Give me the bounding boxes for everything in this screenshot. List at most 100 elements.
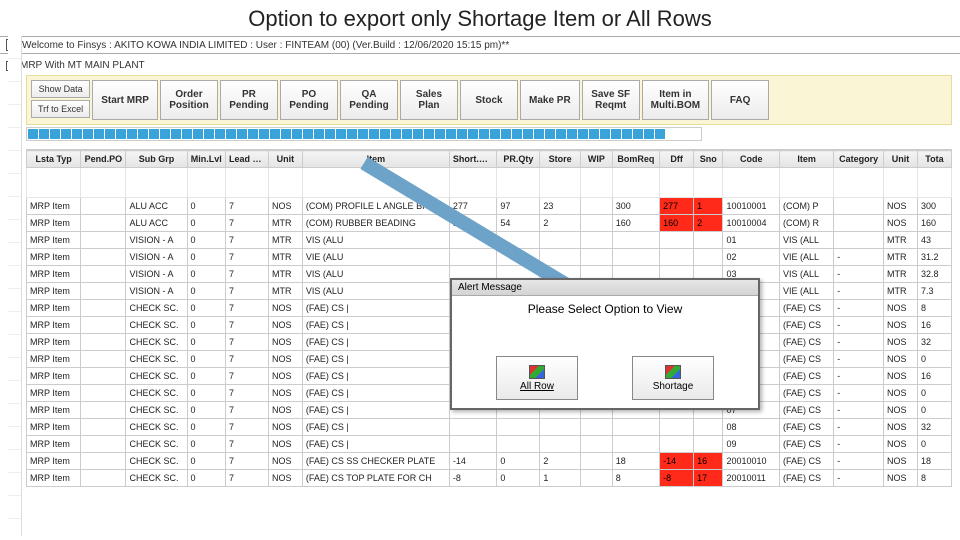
table-cell: MTR	[884, 266, 918, 283]
po-pending-button[interactable]: PO Pending	[280, 80, 338, 120]
table-row[interactable]: MRP ItemCHECK SC.07NOS(FAE) CS |09(FAE) …	[27, 436, 952, 453]
table-cell: NOS	[884, 351, 918, 368]
make-pr-button[interactable]: Make PR	[520, 80, 580, 120]
table-cell: NOS	[884, 334, 918, 351]
stock-button[interactable]: Stock	[460, 80, 518, 120]
progress-bar	[26, 127, 702, 141]
col-header[interactable]: Item	[780, 151, 834, 168]
table-cell: -	[834, 300, 884, 317]
table-cell: NOS	[268, 385, 302, 402]
table-cell: 16	[694, 453, 723, 470]
table-cell	[81, 368, 126, 385]
title-bar: Welcome to Finsys : AKITO KOWA INDIA LIM…	[0, 36, 960, 54]
table-cell: MRP Item	[27, 419, 81, 436]
table-row[interactable]: MRP ItemCHECK SC.07NOS(FAE) CS TOP PLATE…	[27, 470, 952, 487]
col-header[interactable]: PR.Qty	[497, 151, 540, 168]
table-cell: -	[834, 266, 884, 283]
table-cell: MRP Item	[27, 334, 81, 351]
table-cell: 7	[225, 215, 268, 232]
show-data-button[interactable]: Show Data	[31, 80, 90, 98]
faq-button[interactable]: FAQ	[711, 80, 769, 120]
table-cell: CHECK SC.	[126, 317, 187, 334]
col-header[interactable]: Unit	[884, 151, 918, 168]
table-cell: MTR	[884, 232, 918, 249]
table-cell: 0	[187, 317, 225, 334]
table-cell	[694, 419, 723, 436]
table-cell	[449, 419, 496, 436]
sales-plan-button[interactable]: Sales Plan	[400, 80, 458, 120]
table-cell: 17	[694, 470, 723, 487]
table-cell: MTR	[268, 266, 302, 283]
table-cell: 2	[540, 215, 581, 232]
table-cell: (FAE) CS	[780, 436, 834, 453]
col-header[interactable]: Short.Qty	[449, 151, 496, 168]
table-cell: 7	[225, 334, 268, 351]
table-row[interactable]: MRP ItemALU ACC07MTR(COM) RUBBER BEADING…	[27, 215, 952, 232]
table-cell	[581, 215, 613, 232]
table-cell: 32	[917, 334, 951, 351]
table-cell: MTR	[884, 283, 918, 300]
table-cell	[81, 215, 126, 232]
start-mrp-button[interactable]: Start MRP	[92, 80, 158, 120]
col-header[interactable]: Dff	[660, 151, 694, 168]
table-cell	[497, 436, 540, 453]
col-header[interactable]: WIP	[581, 151, 613, 168]
col-header[interactable]: Sub Grp	[126, 151, 187, 168]
table-cell: NOS	[268, 351, 302, 368]
table-cell	[581, 249, 613, 266]
table-cell: (FAE) CS	[780, 419, 834, 436]
col-header[interactable]: Lead Tm	[225, 151, 268, 168]
table-cell: 300	[612, 198, 659, 215]
qa-pending-button[interactable]: QA Pending	[340, 80, 398, 120]
table-cell: -	[834, 470, 884, 487]
table-row[interactable]: MRP ItemALU ACC07NOS(COM) PROFILE L ANGL…	[27, 198, 952, 215]
table-cell: NOS	[268, 436, 302, 453]
table-cell: CHECK SC.	[126, 470, 187, 487]
col-header[interactable]: Lsta Typ	[27, 151, 81, 168]
table-cell: MTR	[268, 249, 302, 266]
col-header[interactable]: Unit	[268, 151, 302, 168]
trf-excel-button[interactable]: Trf to Excel	[31, 100, 90, 118]
save-sf-button[interactable]: Save SF Reqmt	[582, 80, 640, 120]
table-cell: NOS	[884, 368, 918, 385]
table-cell: VIS (ALL	[780, 266, 834, 283]
table-cell: (FAE) CS	[780, 453, 834, 470]
table-cell: (FAE) CS |	[302, 436, 449, 453]
table-cell	[660, 232, 694, 249]
table-cell	[612, 419, 659, 436]
table-row[interactable]: MRP ItemVISION - A07MTRVIE (ALU02VIE (AL…	[27, 249, 952, 266]
col-header[interactable]: Min.Lvl	[187, 151, 225, 168]
table-cell: 0	[187, 266, 225, 283]
table-cell: -	[834, 453, 884, 470]
table-cell: (FAE) CS |	[302, 368, 449, 385]
table-cell	[81, 198, 126, 215]
col-header[interactable]: Tota	[917, 151, 951, 168]
table-cell: NOS	[884, 436, 918, 453]
all-row-button[interactable]: All Row	[496, 356, 578, 400]
shortage-button[interactable]: Shortage	[632, 356, 714, 400]
item-multibom-button[interactable]: Item in Multi.BOM	[642, 80, 709, 120]
table-cell: MRP Item	[27, 470, 81, 487]
col-header[interactable]: Code	[723, 151, 780, 168]
col-header[interactable]: Store	[540, 151, 581, 168]
table-cell: MTR	[884, 249, 918, 266]
col-header[interactable]: Category	[834, 151, 884, 168]
table-row[interactable]: MRP ItemCHECK SC.07NOS(FAE) CS SS CHECKE…	[27, 453, 952, 470]
col-header[interactable]: BomReq	[612, 151, 659, 168]
table-cell: 8	[917, 300, 951, 317]
table-cell: 18	[612, 453, 659, 470]
table-cell	[540, 436, 581, 453]
table-cell: 0	[187, 436, 225, 453]
order-position-button[interactable]: Order Position	[160, 80, 218, 120]
table-cell: 2	[540, 453, 581, 470]
table-row[interactable]: MRP ItemCHECK SC.07NOS(FAE) CS |08(FAE) …	[27, 419, 952, 436]
table-cell: (FAE) CS	[780, 334, 834, 351]
col-header[interactable]: Pend.PO	[81, 151, 126, 168]
table-cell	[81, 385, 126, 402]
table-cell: 7.3	[917, 283, 951, 300]
table-cell	[694, 249, 723, 266]
pr-pending-button[interactable]: PR Pending	[220, 80, 278, 120]
col-header[interactable]: Sno	[694, 151, 723, 168]
table-cell: CHECK SC.	[126, 419, 187, 436]
table-cell: (FAE) CS	[780, 368, 834, 385]
